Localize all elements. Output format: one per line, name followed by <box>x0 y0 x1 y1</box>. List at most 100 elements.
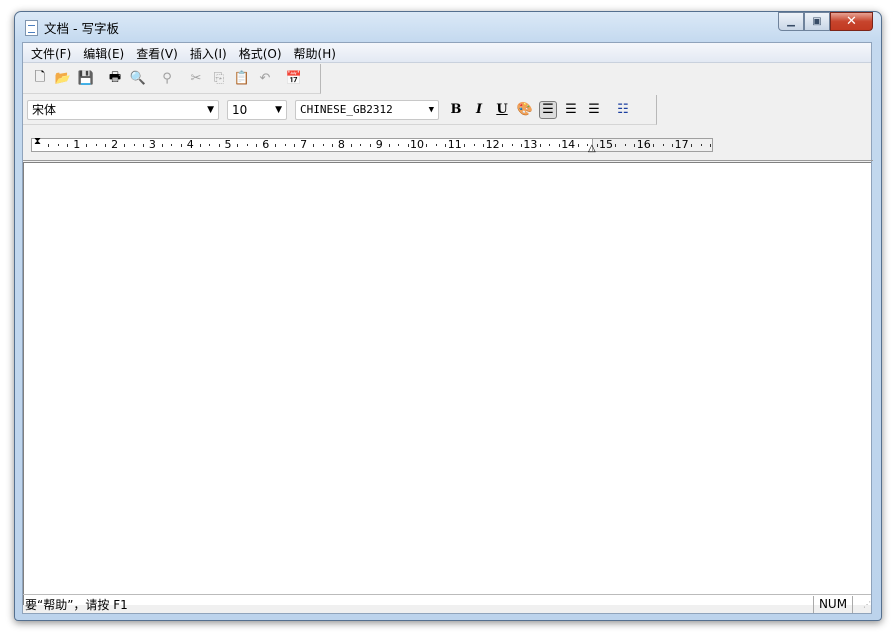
ruler-tick <box>161 144 163 147</box>
ruler-label: 11 <box>447 138 462 151</box>
left-indent-marker[interactable]: ⧗ <box>34 136 41 147</box>
copy-icon[interactable]: ⎘ <box>210 70 228 88</box>
ruler-tick <box>133 144 135 146</box>
script-value: CHINESE_GB2312 <box>300 103 393 116</box>
ruler-tick <box>549 144 551 146</box>
ruler-label: 10 <box>410 138 424 151</box>
date-time-icon[interactable]: 📅 <box>285 70 303 88</box>
align-center-button[interactable]: ☰ <box>562 101 580 119</box>
italic-button[interactable]: I <box>470 101 488 119</box>
ruler-tick <box>691 144 693 147</box>
menu-file[interactable]: 文件(F) <box>25 43 77 62</box>
right-indent-marker[interactable]: △ <box>588 143 596 154</box>
ruler-label: 12 <box>485 138 500 151</box>
ruler-label: 9 <box>375 138 383 151</box>
ruler-tick <box>237 144 239 147</box>
menu-view[interactable]: 查看(V) <box>130 43 184 62</box>
minimize-button[interactable]: ▁ <box>778 12 804 31</box>
ruler-tick <box>199 144 201 147</box>
ruler-tick <box>709 144 711 147</box>
cut-icon[interactable]: ✂ <box>187 70 205 88</box>
bullets-button[interactable]: ☷ <box>614 101 632 119</box>
font-select[interactable]: 宋体 ▼ <box>27 99 219 120</box>
menu-help[interactable]: 帮助(H) <box>288 43 342 62</box>
paste-icon[interactable]: 📋 <box>233 70 251 88</box>
ruler-tick <box>615 144 617 147</box>
ruler-tick <box>445 144 447 147</box>
chevron-down-icon: ▼ <box>207 104 214 115</box>
undo-icon[interactable]: ↶ <box>256 70 274 88</box>
ruler-tick <box>596 144 598 147</box>
ruler-tick <box>407 144 409 147</box>
ruler-tick <box>209 144 211 146</box>
ruler[interactable]: 1 2 3 4 5 6 7 8 9 10 11 12 13 14 15 16 17 ⧗ △ <box>23 134 873 161</box>
ruler-label: 17 <box>674 138 689 151</box>
ruler-tick <box>435 144 437 146</box>
ruler-tick <box>624 144 626 146</box>
ruler-tick <box>256 144 258 147</box>
ruler-tick <box>483 144 485 147</box>
maximize-button[interactable]: ▣ <box>804 12 830 31</box>
ruler-tick <box>662 144 664 146</box>
ruler-tick <box>426 144 428 147</box>
ruler-label: 13 <box>523 138 538 151</box>
ruler-tick <box>653 144 655 147</box>
wordpad-window: 文档 - 写字板 ▁ ▣ ✕ 文件(F) 编辑(E) 查看(V) 插入(I) 格… <box>14 11 882 621</box>
ruler-tick <box>331 144 333 147</box>
underline-button[interactable]: U <box>493 101 511 119</box>
ruler-tick <box>142 144 144 147</box>
standard-toolbar: 🗋 📂 💾 🖶 🔍 ⚲ ✂ ⎘ 📋 ↶ 📅 <box>23 64 321 94</box>
menu-insert[interactable]: 插入(I) <box>184 43 233 62</box>
status-help-text: 要“帮助”，请按 F1 <box>25 597 128 612</box>
bold-button[interactable]: B <box>447 101 465 119</box>
ruler-tick <box>369 144 371 147</box>
ruler-tick <box>511 144 513 146</box>
ruler-tick <box>180 144 182 147</box>
ruler-tick <box>360 144 362 146</box>
ruler-tick <box>48 144 50 147</box>
ruler-tick <box>275 144 277 147</box>
font-size-value: 10 <box>232 102 248 117</box>
ruler-tick <box>473 144 475 146</box>
ruler-tick <box>67 144 69 147</box>
chevron-down-icon: ▼ <box>275 104 282 115</box>
ruler-tick <box>634 144 636 147</box>
ruler-tick <box>218 144 220 147</box>
document-editor[interactable] <box>23 162 871 605</box>
ruler-label: 15 <box>599 138 613 151</box>
num-lock-indicator: NUM <box>813 595 853 613</box>
ruler-tick <box>105 144 107 147</box>
print-preview-icon[interactable]: 🔍 <box>129 70 147 88</box>
ruler-label: 1 <box>73 138 81 151</box>
new-icon[interactable]: 🗋 <box>31 70 49 88</box>
font-value: 宋体 <box>32 103 57 117</box>
ruler-tick <box>350 144 352 147</box>
menu-format[interactable]: 格式(O) <box>233 43 288 62</box>
ruler-label: 16 <box>636 138 651 151</box>
ruler-label: 8 <box>337 138 345 151</box>
ruler-label: 14 <box>561 138 576 151</box>
ruler-label: 2 <box>111 138 119 151</box>
align-right-button[interactable]: ☰ <box>585 101 603 119</box>
chevron-down-icon: ▼ <box>428 104 434 115</box>
ruler-tick <box>558 144 560 147</box>
open-icon[interactable]: 📂 <box>54 70 72 88</box>
format-toolbar: 宋体 ▼ 10 ▼ CHINESE_GB2312 ▼ B I U 🎨 ☰ ☰ ☰ ☷ <box>23 95 657 125</box>
close-button[interactable]: ✕ <box>830 12 873 31</box>
ruler-tick <box>171 144 173 146</box>
resize-grip-icon[interactable]: ⋰ <box>853 600 871 609</box>
script-select[interactable]: CHINESE_GB2312 ▼ <box>295 99 439 120</box>
ruler-label: 6 <box>262 138 270 151</box>
font-size-select[interactable]: 10 ▼ <box>227 99 287 120</box>
align-left-button[interactable]: ☰ <box>539 100 557 119</box>
ruler-tick <box>284 144 286 146</box>
status-bar: 要“帮助”，请按 F1 NUM ⋰ <box>23 594 871 613</box>
menu-edit[interactable]: 编辑(E) <box>77 43 130 62</box>
save-icon[interactable]: 💾 <box>77 70 95 88</box>
ruler-tick <box>294 144 296 147</box>
ruler-tick <box>539 144 541 147</box>
color-palette-icon[interactable]: 🎨 <box>516 101 534 119</box>
ruler-tick <box>95 144 97 146</box>
print-icon[interactable]: 🖶 <box>106 70 124 88</box>
find-icon[interactable]: ⚲ <box>158 70 176 88</box>
